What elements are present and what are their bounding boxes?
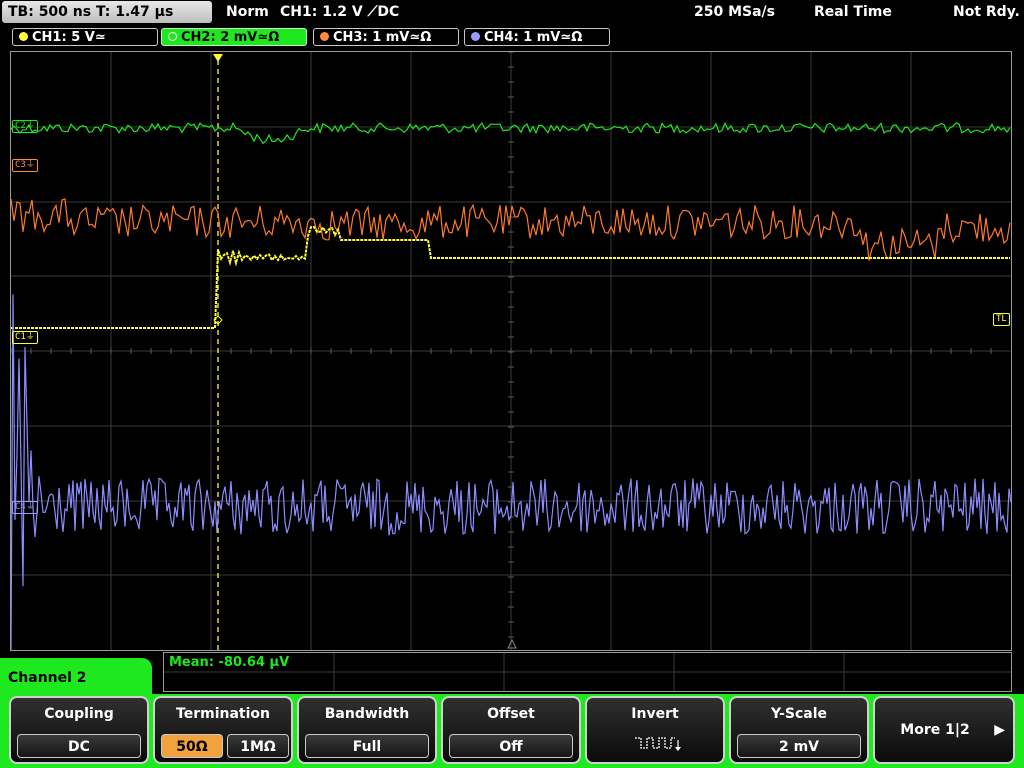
ch1-ground-marker[interactable]: C1⏚ <box>12 331 38 344</box>
tab-ch1[interactable]: CH1: 5 V≃ <box>12 28 158 46</box>
offset-softkey[interactable]: Offset Off <box>441 696 581 764</box>
menu-channel-label: Channel 2 <box>0 658 152 696</box>
offset-title: Offset <box>487 706 535 722</box>
termination-50ohm-button[interactable]: 50Ω <box>161 734 223 758</box>
termination-1mohm-button[interactable]: 1MΩ <box>227 734 289 758</box>
status-bar: TB: 500 ns T: 1.47 µs Norm CH1: 1.2 V ⟋D… <box>0 0 1024 26</box>
termination-softkey[interactable]: Termination 50Ω 1MΩ <box>153 696 293 764</box>
yscale-title: Y-Scale <box>770 706 827 722</box>
play-arrow-icon: ▶ <box>994 722 1005 738</box>
timebase-readout[interactable]: TB: 500 ns T: 1.47 µs <box>2 1 212 23</box>
tab-ch2-label: CH2: 2 mV≃Ω <box>181 30 280 45</box>
invert-waveform-icon <box>635 737 681 751</box>
ch4-dot-icon <box>471 32 480 41</box>
trigger-source[interactable]: CH1: 1.2 V ⟋DC <box>280 4 399 20</box>
more-title: More 1|2 <box>900 722 970 738</box>
measurement-panel: Mean: -80.64 µV <box>163 652 1012 692</box>
acquisition-status: Not Rdy. <box>953 4 1020 20</box>
horizontal-position-icon <box>507 638 517 649</box>
invert-title: Invert <box>631 706 679 722</box>
offset-value[interactable]: Off <box>449 734 573 758</box>
bandwidth-value[interactable]: Full <box>305 734 429 758</box>
ch1-dot-icon <box>19 32 28 41</box>
termination-title: Termination <box>176 706 270 722</box>
tab-ch3-label: CH3: 1 mV≃Ω <box>333 30 432 45</box>
waveform-display[interactable]: C2⏚ C3⏚ C1⏚ C4⏚ TL <box>10 51 1012 651</box>
coupling-softkey[interactable]: Coupling DC <box>9 696 149 764</box>
bandwidth-title: Bandwidth <box>324 706 410 722</box>
yscale-softkey[interactable]: Y-Scale 2 mV <box>729 696 869 764</box>
channel-tabs: CH1: 5 V≃ CH2: 2 mV≃Ω CH3: 1 mV≃Ω CH4: 1… <box>0 28 1024 48</box>
ch4-ground-marker[interactable]: C4⏚ <box>12 501 38 514</box>
softkey-menu: Coupling DC Termination 50Ω 1MΩ Bandwidt… <box>0 694 1024 768</box>
coupling-title: Coupling <box>44 706 114 722</box>
sample-rate: 250 MSa/s <box>694 4 776 20</box>
tab-ch4-label: CH4: 1 mV≃Ω <box>484 30 583 45</box>
mean-measurement[interactable]: Mean: -80.64 µV <box>169 655 289 670</box>
ch3-ground-marker[interactable]: C3⏚ <box>12 159 38 172</box>
measurement-grid <box>164 653 1011 691</box>
ch2-ground-marker[interactable]: C2⏚ <box>12 120 38 133</box>
trigger-position-icon[interactable] <box>213 54 223 62</box>
trigger-level-marker[interactable]: TL <box>993 313 1010 326</box>
coupling-value[interactable]: DC <box>17 734 141 758</box>
bandwidth-softkey[interactable]: Bandwidth Full <box>297 696 437 764</box>
more-softkey[interactable]: More 1|2 ▶ <box>873 696 1015 764</box>
acquisition-mode: Real Time <box>814 4 892 20</box>
tab-ch1-label: CH1: 5 V≃ <box>32 30 106 45</box>
trigger-mode[interactable]: Norm <box>226 4 269 20</box>
tab-ch4[interactable]: CH4: 1 mV≃Ω <box>464 28 610 46</box>
ch2-dot-icon <box>168 32 177 41</box>
yscale-value[interactable]: 2 mV <box>737 734 861 758</box>
tab-ch3[interactable]: CH3: 1 mV≃Ω <box>313 28 459 46</box>
invert-softkey[interactable]: Invert <box>585 696 725 764</box>
ch3-dot-icon <box>320 32 329 41</box>
waveform-grid <box>11 52 1011 650</box>
tab-ch2[interactable]: CH2: 2 mV≃Ω <box>161 28 307 46</box>
